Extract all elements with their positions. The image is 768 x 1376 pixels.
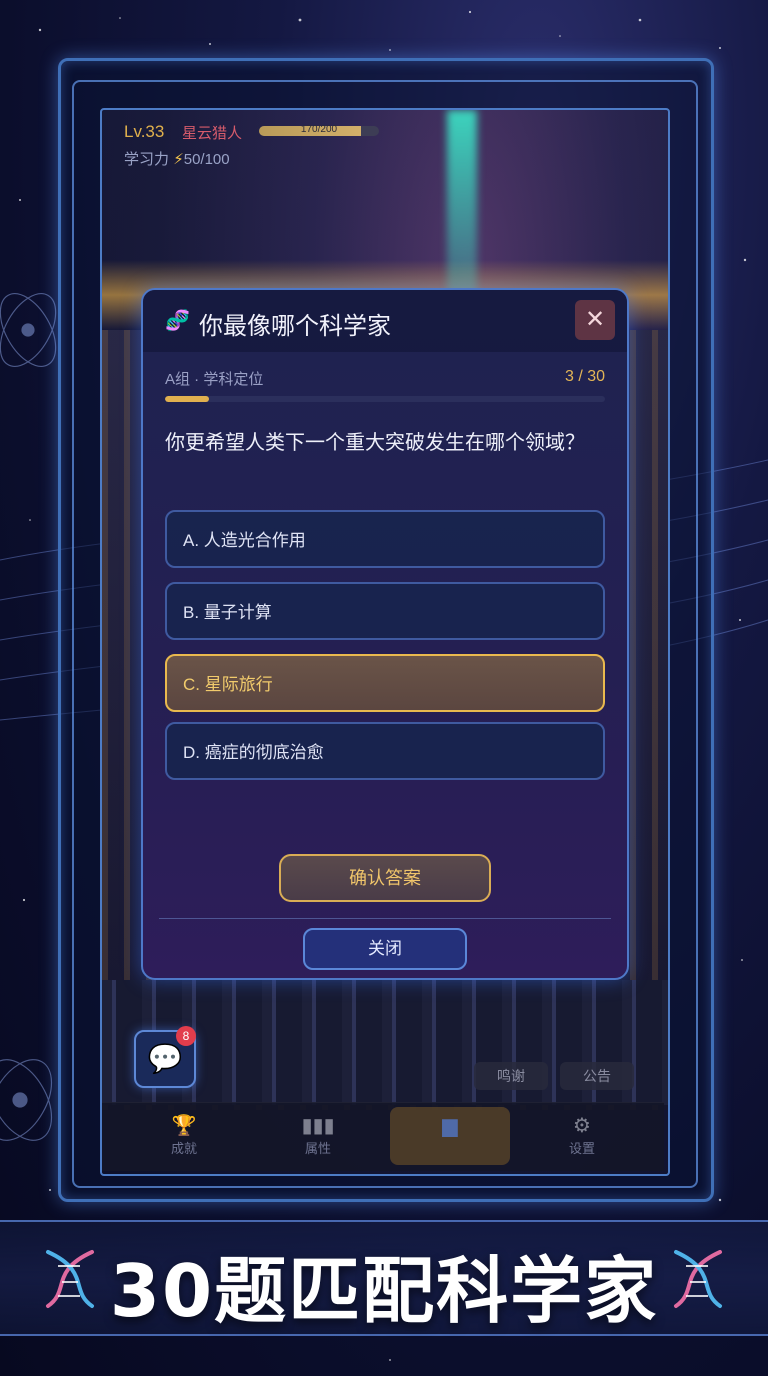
nav-settings-label: 设置 — [568, 1141, 595, 1156]
xp-text: 170/200 — [300, 124, 338, 135]
modal-header: 🧬 你最像哪个科学家 ✕ — [143, 290, 627, 352]
option-a[interactable]: A. 人造光合作用 — [165, 510, 605, 568]
chat-bubble-icon: 💬 — [147, 1043, 183, 1074]
book-icon: ▆ — [442, 1115, 458, 1137]
modal-close-button[interactable]: ✕ — [575, 300, 615, 340]
announcement-chip[interactable]: 公告 — [560, 1062, 634, 1090]
study-power-value: 50/100 — [183, 151, 230, 168]
study-power-label: 学习力 — [124, 151, 170, 168]
option-b[interactable]: B. 量子计算 — [165, 582, 605, 640]
close-icon: ✕ — [584, 306, 606, 333]
nav-settings[interactable]: ⚙ 设置 — [522, 1103, 642, 1171]
bottom-nav: 🏆 成就 ▮▮▮ 属性 ▆ ⚙ 设置 — [102, 1102, 664, 1171]
question-text: 你更希望人类下一个重大突破发生在哪个领域？ — [165, 432, 585, 454]
nav-achievements[interactable]: 🏆 成就 — [124, 1103, 244, 1171]
lightning-icon: ⚡ — [173, 151, 184, 168]
gear-icon: ⚙ — [573, 1115, 591, 1137]
credits-chip[interactable]: 鸣谢 — [474, 1062, 548, 1090]
banner-headline: 30题匹配科学家 — [109, 1249, 659, 1333]
question-progress-text: 3 / 30 — [564, 368, 605, 385]
question-group: A组 · 学科定位 — [165, 371, 264, 388]
quiz-modal: 🧬 你最像哪个科学家 ✕ A组 · 学科定位 3 / 30 你更希望人类下一个重… — [141, 288, 629, 980]
nav-attributes[interactable]: ▮▮▮ 属性 — [258, 1103, 378, 1171]
nav-attributes-label: 属性 — [304, 1141, 331, 1156]
bar-chart-icon: ▮▮▮ — [301, 1115, 335, 1137]
option-d[interactable]: D. 癌症的彻底治愈 — [165, 722, 605, 780]
close-button[interactable]: 关闭 — [303, 928, 467, 970]
modal-title: 你最像哪个科学家 — [199, 313, 391, 340]
chat-unread-badge: 8 — [176, 1026, 196, 1046]
nav-achievements-label: 成就 — [170, 1141, 197, 1156]
dna-icon: 🧬 — [165, 310, 190, 332]
nav-study[interactable]: ▆ — [390, 1107, 510, 1165]
study-power: 学习力 ⚡50/100 — [124, 148, 230, 169]
question-progress-bar — [165, 396, 605, 402]
modal-divider — [159, 918, 611, 919]
player-level: Lv.33 — [124, 122, 165, 141]
player-name: 星云猎人 — [182, 125, 243, 142]
energy-beam — [447, 110, 477, 310]
option-c[interactable]: C. 星际旅行 — [165, 654, 605, 712]
question-progress-fill — [165, 396, 209, 402]
trophy-icon: 🏆 — [171, 1115, 197, 1137]
confirm-answer-button[interactable]: 确认答案 — [279, 854, 491, 902]
